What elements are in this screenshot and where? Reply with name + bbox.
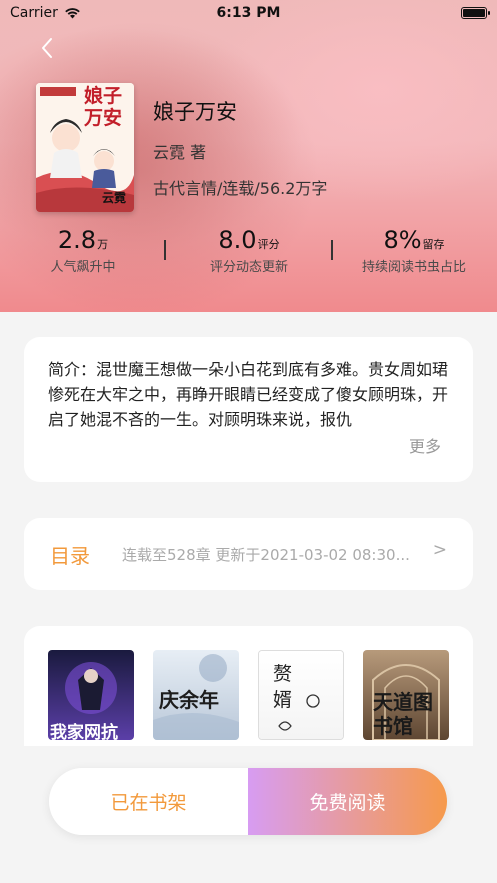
synopsis-card: 简介：混世魔王想做一朵小白花到底有多难。贵女周如珺惨死在大牢之中，再睁开眼睛已经… [24, 337, 473, 482]
stat-label: 人气飙升中 [50, 260, 116, 275]
catalog-info: 连载至528章 更新于2021-03-02 08:30... [122, 546, 410, 564]
status-bar: Carrier 6:13 PM [0, 0, 497, 26]
free-read-button[interactable]: 免费阅读 [248, 768, 447, 835]
cover-author-text: 云霓 [102, 191, 127, 205]
stat-unit: 留存 [422, 238, 445, 251]
cover-title-text: 娘子万安 [84, 85, 123, 129]
back-button[interactable] [36, 36, 60, 60]
stat-unit: 评分 [257, 238, 280, 251]
book-meta: 古代言情/连载/56.2万字 [153, 179, 328, 198]
rec-book-1[interactable]: 我家网抗 [48, 650, 134, 740]
stat-value: 8% [383, 226, 422, 254]
book-cover[interactable]: 娘子万安 云霓 [36, 83, 134, 212]
synopsis-text: 简介：混世魔王想做一朵小白花到底有多难。贵女周如珺惨死在大牢之中，再睁开眼睛已经… [48, 360, 449, 429]
chevron-right-icon: > [432, 540, 447, 560]
rec-book-3[interactable]: 赘婿 [258, 650, 344, 740]
stat-rating: 8.0评分 评分动态更新 [169, 226, 329, 275]
stat-label: 评分动态更新 [209, 260, 288, 275]
stat-value: 2.8 [57, 226, 97, 254]
in-bookshelf-button[interactable]: 已在书架 [49, 768, 248, 835]
stat-value: 8.0 [218, 226, 257, 254]
status-time: 6:13 PM [216, 5, 281, 21]
more-button[interactable]: 更多 [409, 433, 441, 457]
stat-popularity: 2.8万 人气飙升中 [3, 226, 163, 275]
catalog-card[interactable]: 目录 连载至528章 更新于2021-03-02 08:30... > [24, 518, 473, 590]
battery-icon [461, 7, 490, 19]
rec-book-4[interactable]: 天道图书馆 [363, 650, 449, 740]
book-header: Carrier 6:13 PM 娘子万安 云霓 娘子万安 云霓 著 古代言情/连… [0, 0, 497, 312]
catalog-label: 目录 [50, 544, 90, 568]
stat-label: 持续阅读书虫占比 [361, 260, 466, 275]
rec-book-title: 我家网抗 [50, 723, 118, 740]
stat-divider [331, 240, 333, 260]
recommendations-card: 我家网抗 庆余年 赘婿 天道图书馆 [24, 626, 473, 746]
chevron-left-icon [42, 38, 52, 58]
stat-retention: 8%留存 持续阅读书虫占比 [334, 226, 494, 275]
stat-unit: 万 [97, 238, 109, 251]
rec-book-2[interactable]: 庆余年 [153, 650, 239, 740]
book-title: 娘子万安 [153, 100, 237, 124]
rec-book-title: 庆余年 [159, 688, 219, 712]
rec-book-title: 天道图书馆 [373, 690, 433, 738]
bottom-action-bar: 已在书架 免费阅读 [49, 768, 447, 835]
stat-divider [164, 240, 166, 260]
book-author: 云霓 著 [153, 143, 207, 162]
